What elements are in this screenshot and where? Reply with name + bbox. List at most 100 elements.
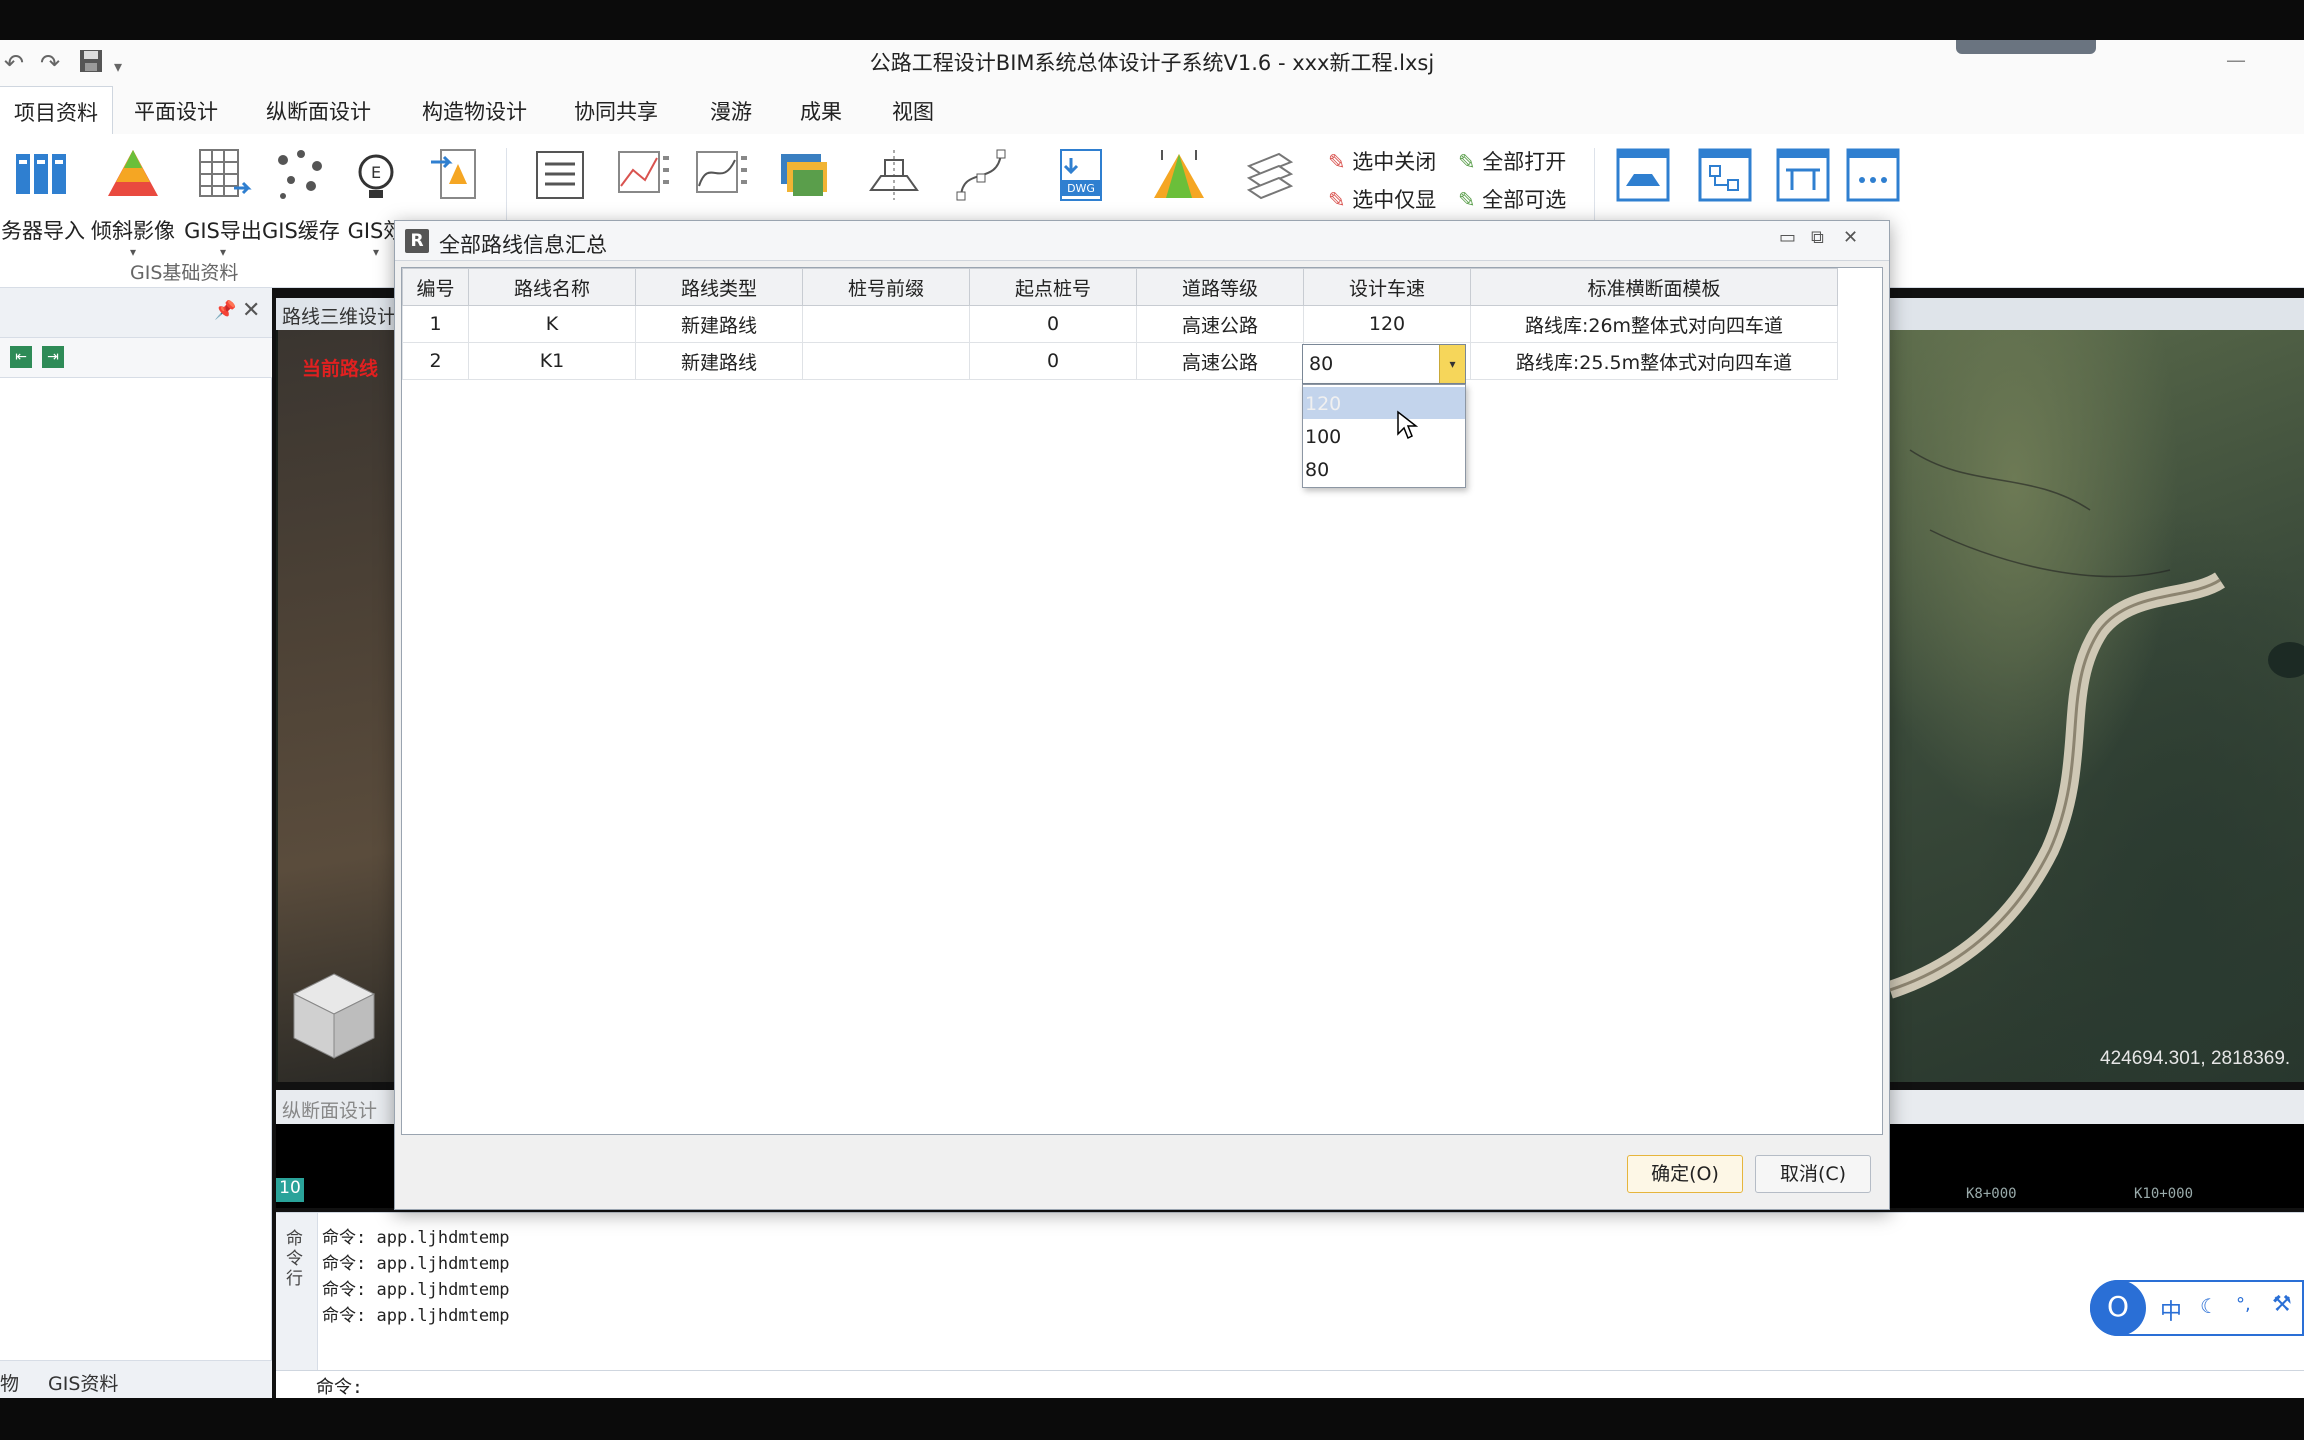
console-line: 命令: app.ljhdmtemp — [322, 1306, 510, 1326]
all-selectable-button[interactable]: ✎ 全部可选 — [1458, 184, 1566, 214]
pencil-green-icon: ✎ — [1458, 188, 1476, 212]
table-row[interactable]: 2 K1 新建路线 0 高速公路 路线库:25.5m整体式对向四车道 — [402, 342, 1838, 380]
cell-start-station[interactable]: 0 — [969, 305, 1137, 343]
dwg-export-button[interactable]: DWG — [1050, 146, 1114, 209]
eraser-icon: ✎ — [1328, 188, 1346, 212]
gis-cache-button[interactable]: GIS缓存 — [262, 146, 340, 245]
layer-stack-button[interactable] — [1236, 146, 1300, 209]
column-header[interactable]: 道路等级 — [1136, 268, 1304, 306]
design-speed-combo[interactable]: 80 ▾ — [1302, 344, 1466, 384]
cell-index[interactable]: 2 — [402, 342, 469, 380]
cross-section-button[interactable] — [862, 146, 926, 209]
tab-project-data[interactable]: 项目资料 — [0, 86, 113, 134]
nav-cube-icon[interactable] — [286, 968, 382, 1064]
column-header[interactable]: 设计车速 — [1303, 268, 1471, 306]
tab-objects[interactable]: 物 — [0, 1369, 19, 1396]
ime-toolbar[interactable]: O 中 ☾ °, ⚒ — [2090, 1280, 2304, 1336]
terrain-grid-icon — [618, 151, 669, 193]
gis-cache-label: GIS缓存 — [262, 219, 340, 243]
template-a-button[interactable] — [1612, 146, 1674, 209]
template-c-button[interactable] — [1772, 146, 1834, 209]
open-all-button[interactable]: ✎ 全部打开 — [1458, 146, 1566, 176]
tab-structure-design[interactable]: 构造物设计 — [408, 86, 541, 134]
tab-gis-data[interactable]: GIS资料 — [48, 1369, 118, 1396]
ime-mode[interactable]: 中 — [2160, 1294, 2182, 1326]
cell-road-grade[interactable]: 高速公路 — [1136, 342, 1304, 380]
layer-map-button[interactable] — [772, 146, 836, 209]
tab-plan-design[interactable]: 平面设计 — [120, 86, 232, 134]
column-header[interactable]: 编号 — [402, 268, 469, 306]
expand-icon[interactable]: ⇥ — [42, 346, 64, 368]
command-input[interactable]: 命令: — [276, 1370, 2304, 1398]
slope-button[interactable] — [1146, 146, 1212, 209]
table-header-row: 编号 路线名称 路线类型 桩号前缀 起点桩号 道路等级 设计车速 标准横断面模板 — [402, 268, 1838, 306]
close-icon[interactable]: ✕ — [242, 298, 260, 323]
wrench-icon[interactable]: ⚒ — [2272, 1292, 2292, 1317]
table-row[interactable]: 1 K 新建路线 0 高速公路 120 路线库:26m整体式对向四车道 — [402, 305, 1838, 343]
dropdown-option[interactable]: 120 — [1303, 387, 1465, 419]
tab-collaboration[interactable]: 协同共享 — [560, 86, 672, 134]
profile-curve-button[interactable] — [690, 146, 754, 209]
tab-roaming[interactable]: 漫游 — [696, 86, 766, 134]
column-header[interactable]: 标准横断面模板 — [1470, 268, 1838, 306]
tab-profile-design[interactable]: 纵断面设计 — [252, 86, 385, 134]
minimize-icon[interactable]: — — [2226, 48, 2246, 72]
tab-route-3d[interactable]: 路线三维设计 — [282, 302, 396, 329]
cell-route-type[interactable]: 新建路线 — [635, 342, 803, 380]
tab-view[interactable]: 视图 — [878, 86, 948, 134]
ok-button[interactable]: 确定(O) — [1627, 1155, 1743, 1193]
moon-icon[interactable]: ☾ — [2200, 1294, 2218, 1318]
minimize-icon[interactable]: ▭ — [1779, 227, 1796, 248]
close-icon[interactable]: ✕ — [1843, 227, 1858, 248]
close-selected-button[interactable]: ✎ 选中关闭 — [1328, 146, 1436, 176]
show-selected-only-button[interactable]: ✎ 选中仅显 — [1328, 184, 1436, 214]
dropdown-option[interactable]: 80 — [1303, 453, 1465, 485]
dropdown-arrow-icon[interactable]: ▾ — [90, 245, 176, 259]
cell-station-prefix[interactable] — [802, 305, 970, 343]
console-line: 命令: app.ljhdmtemp — [322, 1280, 510, 1300]
list-button[interactable] — [530, 146, 590, 209]
column-header[interactable]: 路线类型 — [635, 268, 803, 306]
cell-route-type[interactable]: 新建路线 — [635, 305, 803, 343]
left-panel-header: 📌 ✕ — [0, 288, 272, 338]
table-template-icon — [1776, 148, 1830, 202]
cell-index[interactable]: 1 — [402, 305, 469, 343]
tab-profile[interactable]: 纵断面设计 — [282, 1096, 377, 1123]
cell-cross-section-template[interactable]: 路线库:25.5m整体式对向四车道 — [1470, 342, 1838, 380]
dropdown-arrow-icon[interactable]: ▾ — [180, 245, 266, 259]
cell-route-name[interactable]: K1 — [468, 342, 636, 380]
cancel-button[interactable]: 取消(C) — [1755, 1155, 1871, 1193]
column-header[interactable]: 路线名称 — [468, 268, 636, 306]
console-side-tab[interactable]: 命令行 — [276, 1213, 318, 1373]
oblique-image-button[interactable]: 倾斜影像 ▾ — [90, 146, 176, 259]
cell-cross-section-template[interactable]: 路线库:26m整体式对向四车道 — [1470, 305, 1838, 343]
cell-road-grade[interactable]: 高速公路 — [1136, 305, 1304, 343]
import-data-button[interactable] — [428, 146, 488, 209]
template-b-button[interactable] — [1694, 146, 1756, 209]
cell-station-prefix[interactable] — [802, 342, 970, 380]
flow-template-icon — [1698, 148, 1752, 202]
collapse-icon[interactable]: ⇤ — [10, 346, 32, 368]
console-line: 命令: app.ljhdmtemp — [322, 1254, 510, 1274]
column-header[interactable]: 桩号前缀 — [802, 268, 970, 306]
chevron-down-icon[interactable]: ▾ — [1439, 345, 1465, 383]
terrain-grid-button[interactable] — [612, 146, 676, 209]
pin-icon[interactable]: 📌 — [214, 300, 236, 321]
cell-design-speed[interactable]: 120 — [1303, 305, 1471, 343]
app-logo-icon: R — [405, 229, 429, 253]
window-handle-tab — [1956, 40, 2096, 54]
maximize-icon[interactable]: ⧉ — [1811, 227, 1824, 248]
spline-button[interactable] — [950, 146, 1014, 209]
server-import-button[interactable]: 务器导入 — [0, 146, 86, 245]
tab-results[interactable]: 成果 — [786, 86, 856, 134]
column-header[interactable]: 起点桩号 — [969, 268, 1137, 306]
command-prompt: 命令: — [316, 1377, 363, 1398]
dropdown-option[interactable]: 100 — [1303, 420, 1465, 452]
server-import-label: 务器导入 — [1, 219, 85, 243]
cell-route-name[interactable]: K — [468, 305, 636, 343]
cell-start-station[interactable]: 0 — [969, 342, 1137, 380]
punctuation-icon[interactable]: °, — [2236, 1294, 2251, 1315]
gis-export-button[interactable]: GIS导出 ▾ — [180, 146, 266, 259]
svg-text:E: E — [371, 163, 381, 182]
more-templates-button[interactable] — [1842, 146, 1904, 209]
